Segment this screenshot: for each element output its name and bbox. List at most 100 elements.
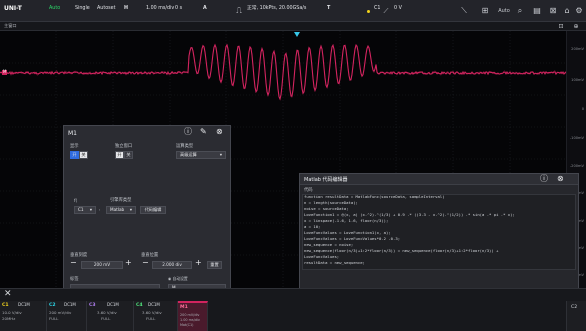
- auto-measure-icon[interactable]: Auto: [497, 3, 511, 19]
- op-type-label: 运算类型: [176, 144, 194, 149]
- trigger-indicator[interactable]: T: [327, 6, 330, 12]
- reset-button[interactable]: 重置: [207, 261, 222, 269]
- help-icon[interactable]: ⓘ: [540, 174, 548, 184]
- editor-title: Matlab 代码编辑器: [304, 177, 348, 183]
- auto-mode-button[interactable]: Auto: [49, 6, 60, 12]
- window-label: 独立窗口: [115, 144, 133, 149]
- grid-icon[interactable]: ⊠: [546, 3, 560, 19]
- vertical-scale-value[interactable]: 200 mV: [81, 261, 123, 269]
- math-channel-m1[interactable]: M1 200 mV/div 1.00 ms/div Mat(C1): [178, 301, 208, 331]
- math-waveform: [0, 43, 567, 101]
- code-line: new_sequence = noise;: [304, 242, 354, 247]
- time-offset-readout[interactable]: 0 s: [175, 6, 182, 12]
- vpos-decrease-icon[interactable]: −: [142, 258, 149, 268]
- acquire-indicator[interactable]: A: [203, 6, 207, 12]
- single-button[interactable]: Single: [75, 6, 90, 12]
- code-line: LoveFuncValues;: [304, 254, 340, 259]
- channel-c3[interactable]: C3 DC1M 3.60 V/div FULL: [87, 301, 134, 331]
- math-level-marker[interactable]: M: [2, 69, 8, 75]
- home-icon[interactable]: ⌂: [561, 3, 573, 19]
- display-on-toggle[interactable]: 开: [70, 151, 79, 159]
- vscale-increase-icon[interactable]: +: [125, 258, 132, 268]
- pin-icon[interactable]: ✎: [200, 127, 207, 137]
- channel-coupling: DC1M: [107, 302, 119, 307]
- cursor-tool-icon[interactable]: ⟍: [457, 3, 471, 19]
- auto-set-checkbox[interactable]: ◉ 自动设置: [168, 276, 188, 282]
- channel-scale: 200 mV/div: [49, 310, 72, 315]
- engine-type-select[interactable]: Matlab ▾: [106, 206, 136, 214]
- brand-logo: UNI-T: [4, 5, 22, 12]
- channel-c2[interactable]: C2 DC1M 200 mV/div FULL: [47, 301, 87, 331]
- scale-label: 200mV: [571, 47, 584, 51]
- scale-label: 0: [581, 107, 584, 111]
- search-icon[interactable]: ⌕: [513, 3, 527, 19]
- timebase-readout[interactable]: 1.00 ms/div: [146, 6, 174, 12]
- code-line: LoveFunction1 = @(x, a) (x.^2).^(1/3) + …: [304, 212, 515, 217]
- scale-label: 100mV: [571, 78, 584, 82]
- code-line: function resultData = MatlabFunc(sourceD…: [304, 194, 445, 199]
- scale-label: -100mV: [569, 136, 584, 140]
- source-select[interactable]: C1 ▾: [74, 206, 96, 214]
- trigger-position-marker[interactable]: [294, 32, 300, 37]
- channel-c4[interactable]: C4 DC1M 3.60 V/div FULL: [134, 301, 178, 331]
- op-type-value: 高级运算: [180, 152, 197, 158]
- code-line: resultData = new_sequence;: [304, 260, 365, 265]
- trigger-dot-icon: [365, 3, 373, 19]
- close-icon[interactable]: ⊗: [216, 127, 223, 137]
- channel-bandwidth: 20MHz: [2, 316, 16, 321]
- trigger-level[interactable]: 0 V: [394, 6, 402, 12]
- engine-type-value: Matlab: [110, 207, 125, 213]
- display-label: 显示: [70, 144, 79, 149]
- tools-icon[interactable]: ✕: [4, 289, 12, 300]
- channel-coupling: DC1M: [18, 302, 30, 307]
- channel-scale: 10.0 V/div: [2, 310, 22, 315]
- math-m1-dialog[interactable]: M1 ⓘ ✎ ⊗ 显示 开 关 独立窗口 开 关 运算类型 高级运算 ▾ f( 引…: [63, 125, 231, 293]
- math-channel-time: 1.00 ms/div: [180, 318, 200, 322]
- vpos-increase-icon[interactable]: +: [195, 258, 202, 268]
- math-channel-function: Mat(C1): [180, 323, 194, 327]
- window-on-toggle[interactable]: 开: [115, 151, 124, 159]
- channel-c1[interactable]: C1 DC1M 10.0 V/div 20MHz: [0, 301, 47, 331]
- dialog-title: M1: [68, 130, 77, 137]
- channel-name: C2: [49, 303, 56, 308]
- channel-coupling: DC1M: [148, 302, 160, 307]
- source-value: C1: [78, 207, 84, 213]
- autoset-button[interactable]: Autoset: [97, 6, 115, 12]
- window-off-toggle[interactable]: 关: [124, 151, 133, 159]
- trigger-source[interactable]: C1: [374, 6, 380, 12]
- help-icon[interactable]: ⓘ: [184, 127, 192, 137]
- close-icon[interactable]: ⊗: [557, 174, 564, 184]
- vertical-position-value[interactable]: 2.000 div: [152, 261, 192, 269]
- channel-scale: 3.60 V/div: [142, 310, 162, 315]
- settings-icon[interactable]: ⚙: [573, 3, 585, 19]
- chevron-down-icon: ▾: [129, 207, 132, 213]
- right-channel-tab[interactable]: C2: [566, 301, 586, 331]
- channel-bandwidth: FULL: [101, 316, 111, 321]
- op-type-select[interactable]: 高级运算 ▾: [176, 151, 226, 159]
- zoom-icon[interactable]: ⊕: [571, 22, 581, 31]
- measure-tool-icon[interactable]: ⊞: [478, 3, 492, 19]
- code-edit-button[interactable]: 代码编辑: [140, 206, 166, 214]
- save-icon[interactable]: ▤: [530, 3, 544, 19]
- display-off-toggle[interactable]: 关: [79, 151, 88, 159]
- sample-info[interactable]: 正常, 10kPts, 20.00GSa/s: [247, 6, 306, 12]
- tag-label: 标签: [70, 277, 79, 282]
- main-window-tab[interactable]: 主窗口: [4, 23, 17, 28]
- function-label: f(: [74, 199, 78, 204]
- window-tab-bar: 主窗口 ⊡ ⊕: [0, 22, 586, 31]
- code-line: a = 10;: [304, 224, 321, 229]
- code-line: LoveFuncValues = LoveFunction1(x, a);: [304, 230, 391, 235]
- channel-name: C1: [2, 303, 9, 308]
- chevron-down-icon: ▾: [219, 152, 222, 158]
- code-line: n = length(sourceData);: [304, 200, 358, 205]
- channel-name: C4: [136, 303, 143, 308]
- window-split-icon[interactable]: ⊡: [556, 22, 566, 31]
- top-toolbar: UNI-T Auto Single Autoset H 1.00 ms/div …: [0, 0, 586, 22]
- channel-bandwidth: FULL: [49, 316, 59, 321]
- horizontal-indicator: H: [124, 6, 129, 11]
- channel-bandwidth: FULL: [146, 316, 156, 321]
- expr-separator: ,: [99, 207, 101, 212]
- code-line: new_sequence(floor(n/3)+1:2*floor(n/3)) …: [304, 248, 499, 253]
- vscale-decrease-icon[interactable]: −: [70, 258, 77, 268]
- math-channel-scale: 200 mV/div: [180, 313, 200, 317]
